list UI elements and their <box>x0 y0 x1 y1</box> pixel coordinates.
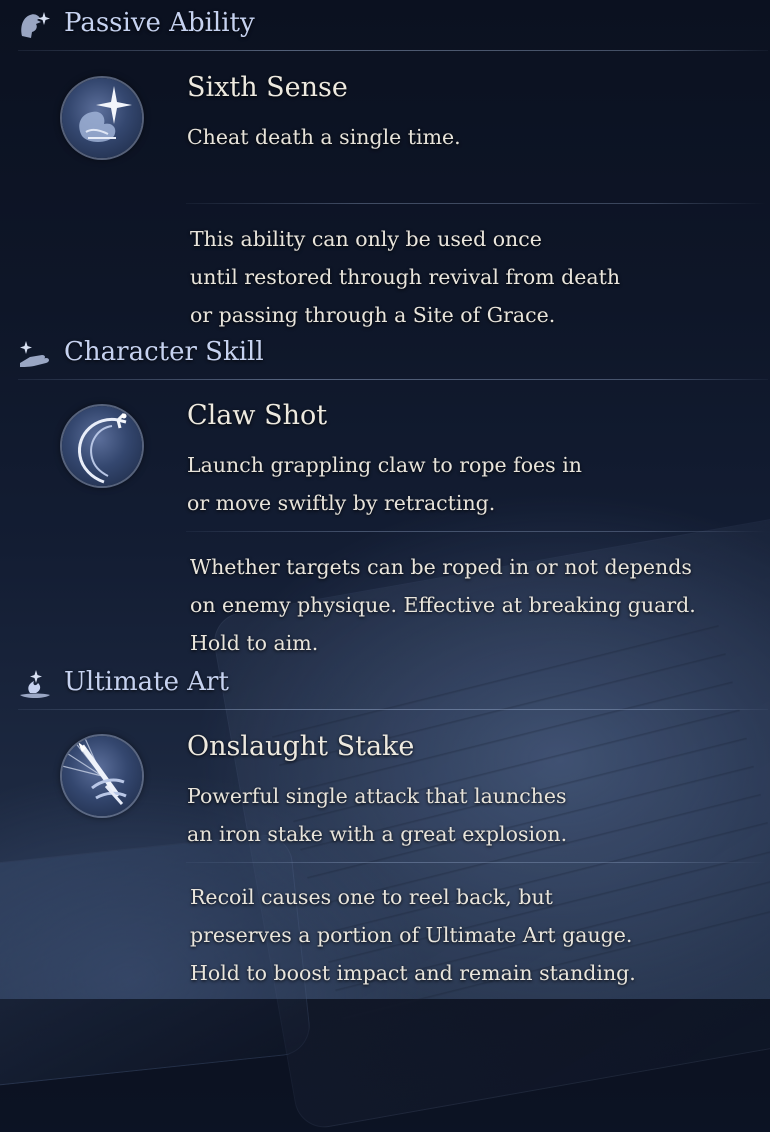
section-header-character-skill: Character Skill <box>0 333 770 380</box>
section-title: Character Skill <box>64 337 264 367</box>
skill-divider <box>186 203 766 204</box>
skill-name: Claw Shot <box>187 400 328 431</box>
detail-line: on enemy physique. Effective at breaking… <box>190 593 696 617</box>
detail-line: preserves a portion of Ultimate Art gaug… <box>190 923 633 947</box>
section-header-passive-ability: Passive Ability <box>0 4 770 51</box>
skill-details: Recoil causes one to reel back, but pres… <box>190 878 636 992</box>
section-header-ultimate-art: Ultimate Art <box>0 663 770 710</box>
skill-name: Sixth Sense <box>187 72 348 103</box>
section-divider <box>18 709 768 710</box>
skill-details: Whether targets can be roped in or not d… <box>190 548 696 662</box>
description-line: or move swiftly by retracting. <box>187 491 496 515</box>
skill-details: This ability can only be used once until… <box>190 220 620 334</box>
wolf-head-sparkle-icon <box>16 8 54 42</box>
detail-line: Hold to aim. <box>190 631 319 655</box>
detail-line: Hold to boost impact and remain standing… <box>190 961 636 985</box>
detail-line: or passing through a Site of Grace. <box>190 303 556 327</box>
description-line: Cheat death a single time. <box>187 125 461 149</box>
detail-line: Whether targets can be roped in or not d… <box>190 555 692 579</box>
claw-shot-icon <box>62 406 142 486</box>
description-line: Launch grappling claw to rope foes in <box>187 453 582 477</box>
skill-name: Onslaught Stake <box>187 731 415 762</box>
section-title: Passive Ability <box>64 8 255 38</box>
skill-description: Cheat death a single time. <box>187 118 461 156</box>
onslaught-stake-icon <box>62 736 142 816</box>
skill-divider <box>186 531 766 532</box>
description-line: Powerful single attack that launches <box>187 784 567 808</box>
description-line: an iron stake with a great explosion. <box>187 822 568 846</box>
detail-line: until restored through revival from deat… <box>190 265 621 289</box>
section-divider <box>18 50 768 51</box>
section-title: Ultimate Art <box>64 667 229 697</box>
skill-description: Powerful single attack that launches an … <box>187 777 567 853</box>
sixth-sense-icon <box>62 78 142 158</box>
section-divider <box>18 379 768 380</box>
skill-divider <box>186 862 766 863</box>
detail-line: This ability can only be used once <box>190 227 542 251</box>
flame-swirl-icon <box>16 667 54 701</box>
detail-line: Recoil causes one to reel back, but <box>190 885 553 909</box>
skill-description: Launch grappling claw to rope foes in or… <box>187 446 582 522</box>
hand-sparkle-icon <box>16 337 54 371</box>
